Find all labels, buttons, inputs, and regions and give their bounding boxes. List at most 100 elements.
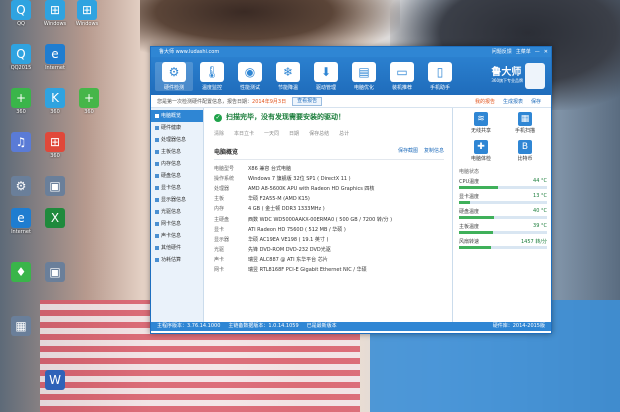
quick-tool[interactable]: ✚ 电脑体检 bbox=[459, 140, 503, 162]
save-link[interactable]: 保存 bbox=[531, 98, 541, 105]
quick-tool-icon: ≋ bbox=[474, 112, 488, 126]
desktop-icon[interactable]: e Internet bbox=[38, 44, 72, 71]
desktop-icon-label: QQ bbox=[17, 21, 25, 27]
desktop-app-icon: ⊞ bbox=[45, 132, 65, 152]
sidebar-item[interactable]: 功耗估算 bbox=[151, 254, 203, 266]
sidebar-item[interactable]: 声卡信息 bbox=[151, 230, 203, 242]
tool-hardware-detect[interactable]: ⚙ 硬件检测 bbox=[155, 61, 193, 91]
driver-tab[interactable]: 日期 bbox=[289, 130, 299, 137]
meter-value: 13 °C bbox=[533, 193, 547, 199]
sidebar-item[interactable]: 处理器信息 bbox=[151, 134, 203, 146]
desktop-app-icon: + bbox=[79, 88, 99, 108]
meter-row: 风扇转速 1457 转/分 bbox=[459, 238, 547, 245]
desktop-icon[interactable]: ⊞ 360 bbox=[38, 132, 72, 159]
desktop-icon[interactable]: Q QQ2015 bbox=[4, 44, 38, 71]
desktop-icon[interactable]: Q QQ bbox=[4, 0, 38, 27]
desktop-icon[interactable]: ⊞ Windows bbox=[70, 0, 104, 27]
status-bar: 主程序版本：3.76.14.1000 主链备数据版本：1.0.14.1059 已… bbox=[151, 322, 551, 331]
main-toolbar: ⚙ 硬件检测 🌡 温度监控 ◉ 性能测试 ❄ 节能降温 ⬇ 驱动管理 ▤ 电脑优化 ▭ 装机推… bbox=[151, 57, 551, 95]
driver-tab[interactable]: 一天同 bbox=[264, 130, 279, 137]
desktop-app-icon: e bbox=[11, 208, 31, 228]
desktop-icon[interactable]: +360 bbox=[4, 88, 38, 115]
desktop-icon[interactable]: e Internet bbox=[4, 208, 38, 235]
feedback-link[interactable]: 问题反馈 bbox=[492, 47, 512, 57]
status-meter: CPU温度 44 °C bbox=[459, 178, 547, 189]
tool-label: 电脑优化 bbox=[353, 84, 374, 91]
driver-tab[interactable]: 保存总结 bbox=[309, 130, 329, 137]
quick-tool-label: 比特币 bbox=[517, 156, 533, 162]
desktop-icon[interactable]: ⚙ bbox=[4, 176, 38, 197]
main-menu-link[interactable]: 主菜单 bbox=[516, 47, 531, 57]
info-row: 内存 4 GB ( 金士顿 DDR3 1333MHz ) bbox=[214, 204, 444, 214]
info-value: 瑞昱 RTL8168F PCI-E Gigabit Ethernet NIC /… bbox=[248, 267, 367, 274]
meter-label: 风扇转速 bbox=[459, 239, 480, 245]
sidebar-item[interactable]: 其他硬件 bbox=[151, 242, 203, 254]
sidebar: 电脑概览 硬件健康 处理器信息 主板信息 内存信息 硬盘信息 显卡信息 显示器信息 光驱信息 网卡… bbox=[151, 108, 204, 322]
sidebar-item[interactable]: 显示器信息 bbox=[151, 194, 203, 206]
desktop-icon[interactable]: ♫ bbox=[4, 132, 38, 153]
desktop-icon[interactable]: ▦ bbox=[4, 316, 38, 337]
info-value: Windows 7 旗舰版 32位 SP1 ( DirectX 11 ) bbox=[248, 175, 351, 182]
desktop-icon[interactable]: ▣ bbox=[38, 262, 72, 283]
status-title: 电脑状态 bbox=[459, 169, 480, 175]
tool-phone-assistant[interactable]: ▯ 手机助手 bbox=[421, 61, 459, 91]
meter-row: 主板温度 39 °C bbox=[459, 223, 547, 230]
info-row: 电脑型号 X86 兼容 台式电脑 bbox=[214, 163, 444, 173]
quick-tool[interactable]: B 比特币 bbox=[503, 140, 547, 162]
desktop-icon[interactable]: K 360 bbox=[38, 88, 72, 115]
tool-build-recommend[interactable]: ▭ 装机推荐 bbox=[383, 61, 421, 91]
driver-tab[interactable]: 总计 bbox=[339, 130, 349, 137]
meter-bar bbox=[459, 231, 547, 234]
sidebar-item[interactable]: 电脑概览 bbox=[151, 110, 203, 122]
minimize-button[interactable]: — bbox=[535, 47, 540, 57]
sidebar-item[interactable]: 网卡信息 bbox=[151, 218, 203, 230]
sidebar-item[interactable]: 硬盘信息 bbox=[151, 170, 203, 182]
desktop-icon[interactable]: +360 bbox=[72, 88, 106, 115]
quick-tool[interactable]: ▦ 手机扫描 bbox=[503, 112, 547, 134]
tool-performance[interactable]: ◉ 性能测试 bbox=[231, 61, 269, 91]
info-row: 声卡 瑞昱 ALC887 @ ATI 东华平台 芯片 bbox=[214, 255, 444, 265]
quick-tool-icon: ▦ bbox=[518, 112, 532, 126]
my-report-link[interactable]: 我的报告 bbox=[475, 98, 495, 105]
report-date: 2014年9月3日 bbox=[252, 98, 287, 105]
desktop-icon[interactable]: W bbox=[38, 370, 72, 391]
sidebar-item[interactable]: 显卡信息 bbox=[151, 182, 203, 194]
meter-fill bbox=[459, 201, 471, 204]
info-key: 光驱 bbox=[214, 247, 225, 254]
desktop-icon-label: QQ2015 bbox=[10, 65, 32, 71]
desktop-icon[interactable]: X bbox=[38, 208, 72, 229]
thermometer-icon: 🌡 bbox=[200, 61, 224, 82]
close-button[interactable]: ✕ bbox=[544, 47, 548, 57]
meter-fill bbox=[459, 246, 491, 249]
right-panel: ≋ 无线共享 ▦ 手机扫描 ✚ 电脑体检 B 比特币 电脑状态 CPU温度 44 °C 显卡温度 1… bbox=[452, 108, 551, 322]
driver-tab[interactable]: 清除 bbox=[214, 130, 224, 137]
meter-value: 40 °C bbox=[533, 208, 547, 214]
update-status: 已是最新版本 bbox=[306, 323, 337, 329]
info-value: ATI Radeon HD 7560D ( 512 MB / 华硕 ) bbox=[248, 226, 346, 233]
tool-temperature[interactable]: 🌡 温度监控 bbox=[193, 61, 231, 91]
status-meter: 硬盘温度 40 °C bbox=[459, 208, 547, 219]
sidebar-item[interactable]: 硬件健康 bbox=[151, 122, 203, 134]
copy-info-link[interactable]: 复制信息 bbox=[424, 147, 444, 156]
desktop-icon[interactable]: ⊞ Windows bbox=[38, 0, 72, 27]
desktop-icon[interactable]: ♦ bbox=[4, 262, 38, 283]
tool-drivers[interactable]: ⬇ 驱动管理 bbox=[307, 61, 345, 91]
status-meter: 风扇转速 1457 转/分 bbox=[459, 238, 547, 249]
desktop-icon-label: Windows bbox=[43, 21, 67, 27]
desktop-app-icon: Q bbox=[11, 0, 31, 20]
desktop-app-icon: ▦ bbox=[11, 316, 31, 336]
tool-optimize[interactable]: ▤ 电脑优化 bbox=[345, 61, 383, 91]
sidebar-item[interactable]: 内存信息 bbox=[151, 158, 203, 170]
quick-tool[interactable]: ≋ 无线共享 bbox=[459, 112, 503, 134]
status-meter: 显卡温度 13 °C bbox=[459, 193, 547, 204]
tool-cooling[interactable]: ❄ 节能降温 bbox=[269, 61, 307, 91]
sidebar-item[interactable]: 光驱信息 bbox=[151, 206, 203, 218]
sidebar-item[interactable]: 主板信息 bbox=[151, 146, 203, 158]
view-report-button[interactable]: 查看报告 bbox=[292, 96, 323, 106]
quick-tool-label: 电脑体检 bbox=[470, 156, 491, 162]
save-screenshot-link[interactable]: 保存截图 bbox=[398, 147, 418, 156]
desktop-icon[interactable]: ▣ bbox=[38, 176, 72, 197]
driver-tab[interactable]: 本日立卡 bbox=[234, 130, 254, 137]
notice-bar: 您是第一次检测硬件配置信息，报告日期： 2014年9月3日 查看报告 我的报告 … bbox=[151, 95, 551, 108]
generate-report-link[interactable]: 生成报表 bbox=[503, 98, 523, 105]
